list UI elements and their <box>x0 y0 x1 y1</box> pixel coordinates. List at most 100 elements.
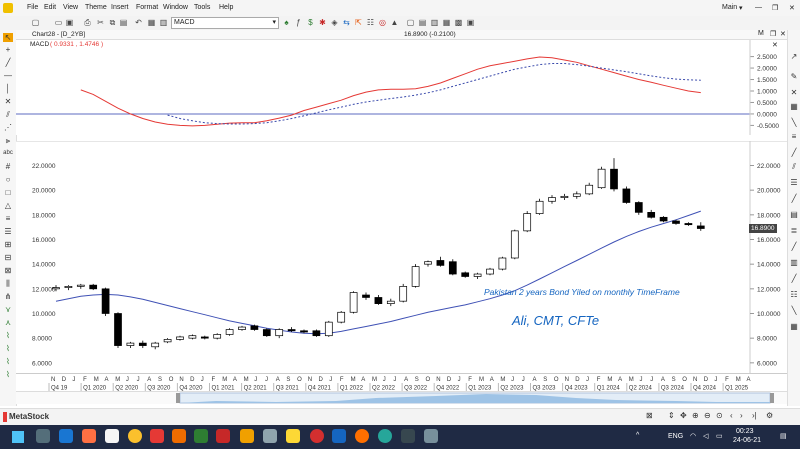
menu-item-insert[interactable]: Insert <box>111 4 129 11</box>
chart-window-icon[interactable]: ▦ <box>147 18 156 27</box>
right-diag6-icon[interactable]: ╲ <box>789 306 799 315</box>
photos-app-icon[interactable] <box>105 429 119 443</box>
chart-toggle-icon[interactable]: ⊠ <box>646 411 653 420</box>
menu-item-edit[interactable]: Edit <box>44 4 56 11</box>
wave-up-icon[interactable]: ⋎ <box>3 305 13 314</box>
red-app-icon[interactable] <box>150 429 164 443</box>
right-layers-icon[interactable]: ☰ <box>789 178 799 187</box>
wave-d-icon[interactable]: ⌇ <box>3 370 13 379</box>
crosshair-icon[interactable]: + <box>3 45 13 54</box>
pointer-icon[interactable]: ↖ <box>3 33 13 42</box>
right-table-icon[interactable]: ▤ <box>789 210 799 219</box>
settings-icon[interactable]: ⚙ <box>766 411 773 420</box>
right-diag3-icon[interactable]: ╱ <box>789 194 799 203</box>
scrollbar-left-handle[interactable] <box>176 393 180 403</box>
workspace-selector[interactable]: Main <box>722 4 737 11</box>
ray-icon[interactable]: ✕ <box>3 97 13 106</box>
undo-icon[interactable]: ↶ <box>134 18 143 27</box>
camera-app-icon[interactable] <box>36 429 50 443</box>
volume-icon[interactable]: ◁ <box>703 432 708 440</box>
battery-icon[interactable]: ▭ <box>716 432 723 440</box>
horizontal-line-icon[interactable]: — <box>3 71 13 80</box>
word-app-icon[interactable] <box>332 429 346 443</box>
scroll-right-icon[interactable]: › <box>740 411 743 420</box>
fire-app-icon[interactable] <box>172 429 186 443</box>
date-axis[interactable]: NDJFMAMJJASONDJFMAMJJASONDJFMAMJJASONDJF… <box>16 373 787 392</box>
speed-lines-icon[interactable]: ⫸ <box>3 136 13 145</box>
menu-item-window[interactable]: Window <box>163 4 188 11</box>
window-app-icon[interactable] <box>424 429 438 443</box>
explorer-icon[interactable]: ♠ <box>282 18 291 27</box>
workspace-dropdown-icon[interactable]: ▾ <box>739 4 743 12</box>
clock-time[interactable]: 00:23 <box>736 428 754 435</box>
alert-icon[interactable]: ▲ <box>390 18 399 27</box>
scroll-left-icon[interactable]: ‹ <box>730 411 733 420</box>
grid-window-icon[interactable]: ▩ <box>454 18 463 27</box>
chart-annotation-author[interactable]: Ali, CMT, CFTe <box>512 313 599 328</box>
wifi-icon[interactable]: ◠ <box>690 432 696 440</box>
open-folder-icon[interactable]: ▭ <box>54 18 63 27</box>
andrews-pitchfork-icon[interactable]: ⋔ <box>3 292 13 301</box>
scroll-arrows-icon[interactable]: ✥ <box>680 411 687 420</box>
print-icon[interactable]: ⎙ <box>83 18 92 27</box>
right-diag4-icon[interactable]: ╱ <box>789 242 799 251</box>
firefox-app-icon[interactable] <box>355 429 369 443</box>
regression-icon[interactable]: ⊠ <box>3 266 13 275</box>
grid-tool-icon[interactable]: # <box>3 162 13 171</box>
bird-app-icon[interactable] <box>286 429 300 443</box>
close-icon[interactable]: ✕ <box>789 4 795 12</box>
clock-date[interactable]: 24-06-21 <box>733 437 761 444</box>
restore-icon[interactable]: ❐ <box>772 4 778 12</box>
right-diagonal-icon[interactable]: ╲ <box>789 118 799 127</box>
wave-b-icon[interactable]: ⌇ <box>3 344 13 353</box>
zoom-reset-icon[interactable]: ⊙ <box>716 411 723 420</box>
notification-icon[interactable]: ▤ <box>780 432 787 440</box>
zoom-in-icon[interactable]: ⊕ <box>692 411 699 420</box>
text-tool-icon[interactable]: abc <box>3 149 13 158</box>
metastock-icon[interactable] <box>3 3 13 13</box>
chrome-app-icon[interactable] <box>128 429 142 443</box>
copy-icon[interactable]: ⧉ <box>108 18 117 27</box>
gann-icon[interactable]: ⊞ <box>3 240 13 249</box>
chart-restore-icon[interactable]: ❐ <box>770 30 776 38</box>
macd-panel[interactable]: MACD ( 0.9331 , 1.4746 ) ✕ 2.5000 2.0000 1… <box>16 40 787 135</box>
language-indicator[interactable]: ENG <box>668 433 683 440</box>
chart-maximize-icon[interactable]: M <box>758 30 764 37</box>
zoom-out-icon[interactable]: ⊖ <box>704 411 711 420</box>
tray-chevron-icon[interactable]: ^ <box>636 432 639 439</box>
save-icon[interactable]: ▣ <box>65 18 74 27</box>
edge-app-icon[interactable] <box>378 429 392 443</box>
right-bars-icon[interactable]: ▥ <box>789 258 799 267</box>
cascade-window-icon[interactable]: ▤ <box>418 18 427 27</box>
menu-item-format[interactable]: Format <box>136 4 158 11</box>
chart-close-icon[interactable]: ✕ <box>780 30 786 38</box>
quadrant-icon[interactable]: ⊟ <box>3 253 13 262</box>
tile-window-icon[interactable]: ▢ <box>406 18 415 27</box>
menu-item-help[interactable]: Help <box>219 4 233 11</box>
target-icon[interactable]: ◎ <box>378 18 387 27</box>
trendline-icon[interactable]: ╱ <box>3 58 13 67</box>
news-icon[interactable]: ☷ <box>366 18 375 27</box>
fib-fan-icon[interactable]: ⋰ <box>3 123 13 132</box>
excel-app-icon[interactable] <box>194 429 208 443</box>
right-cols-icon[interactable]: ▦ <box>789 322 799 331</box>
system-tester-icon[interactable]: ◈ <box>330 18 339 27</box>
mail-app-icon[interactable] <box>59 429 73 443</box>
right-cross-icon[interactable]: ✕ <box>789 88 799 97</box>
transfer-icon[interactable]: ⇆ <box>342 18 351 27</box>
right-grid-icon[interactable]: ▦ <box>789 102 799 111</box>
menu-item-file[interactable]: File <box>27 4 38 11</box>
triangle-tool-icon[interactable]: △ <box>3 201 13 210</box>
ellipse-tool-icon[interactable]: ○ <box>3 175 13 184</box>
fib-retracement-icon[interactable]: ≡ <box>3 214 13 223</box>
opera-app-icon[interactable] <box>310 429 324 443</box>
cycle-lines-icon[interactable]: ⫼ <box>3 279 13 288</box>
media-app-icon[interactable] <box>82 429 96 443</box>
right-pen-icon[interactable]: ✎ <box>789 72 799 81</box>
wave-c-icon[interactable]: ⌇ <box>3 357 13 366</box>
right-list-icon[interactable]: ☷ <box>789 290 799 299</box>
chart-tab-title[interactable]: Chart28 - [D_2YB] <box>32 31 85 38</box>
metastock-app-icon[interactable] <box>240 429 254 443</box>
chart-annotation-title[interactable]: Pakistan 2 years Bond Yiled on monthly T… <box>484 287 680 297</box>
right-arrow-icon[interactable]: ↗ <box>789 52 799 61</box>
